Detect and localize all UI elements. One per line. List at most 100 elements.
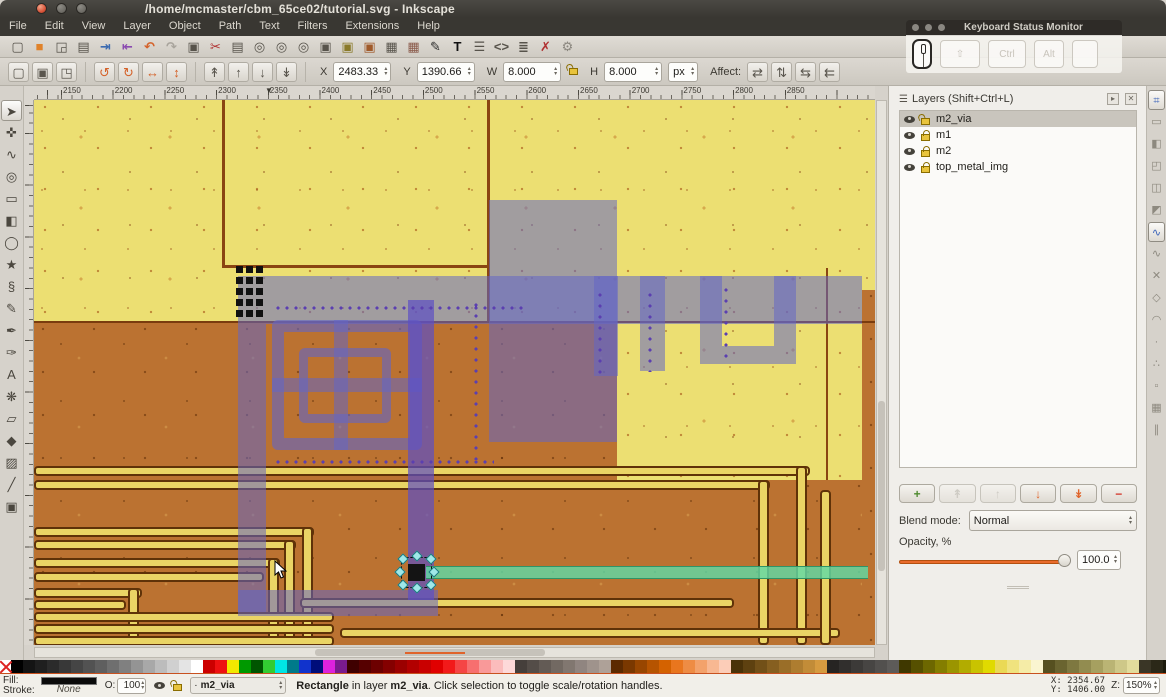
palette-no-color[interactable] [0,660,11,673]
palette-swatch-39[interactable] [479,660,491,673]
snap-bbox-edges[interactable]: ◧ [1148,134,1165,154]
snap-nodes[interactable]: ∿ [1148,222,1165,242]
calligraphy-tool[interactable]: ✑ [1,342,22,363]
snap-bbox-centers[interactable]: ◩ [1148,200,1165,220]
layer-row-top_metal_img[interactable]: top_metal_img [900,159,1136,175]
palette-swatch-86[interactable] [1043,660,1055,673]
palette-swatch-45[interactable] [551,660,563,673]
layer-lock-icon[interactable] [921,118,930,125]
selected-rectangle[interactable] [408,564,425,581]
add-layer-button[interactable]: + [899,484,935,503]
palette-swatch-66[interactable] [803,660,815,673]
palette-swatch-72[interactable] [875,660,887,673]
copy-icon[interactable]: ▣ [184,38,203,56]
menu-help[interactable]: Help [408,18,449,36]
snap-guides[interactable]: ∥ [1148,420,1165,440]
delete-layer-button[interactable]: − [1101,484,1137,503]
zoom-input[interactable]: 150%▴▾ [1123,677,1160,694]
keyboard-monitor-titlebar[interactable]: Keyboard Status Monitor [906,20,1122,35]
palette-swatch-68[interactable] [827,660,839,673]
height-input[interactable]: 8.000▴▾ [604,62,662,82]
palette-swatch-11[interactable] [143,660,155,673]
canvas[interactable] [34,100,875,645]
window-minimize-button[interactable] [56,3,67,14]
xml-editor-icon[interactable]: <> [492,38,511,56]
kbd-close-button[interactable] [912,24,919,31]
ungroup-icon[interactable]: ▦ [404,38,423,56]
palette-swatch-93[interactable] [1127,660,1139,673]
palette-swatch-43[interactable] [527,660,539,673]
palette-swatch-3[interactable] [47,660,59,673]
snap-midpoints[interactable]: · [1148,332,1165,352]
selector-tool[interactable]: ➤ [1,100,22,121]
rectangle-tool[interactable]: ▭ [1,188,22,209]
palette-swatch-40[interactable] [491,660,503,673]
zoom-tool[interactable]: ◎ [1,166,22,187]
layer-lock-icon[interactable] [921,134,930,141]
menu-extensions[interactable]: Extensions [336,18,408,36]
fill-stroke-icon[interactable]: ✎ [426,38,445,56]
palette-swatch-33[interactable] [407,660,419,673]
panel-resize-grip[interactable] [1007,586,1029,589]
layer-visibility-icon[interactable] [154,682,165,689]
palette-swatch-52[interactable] [635,660,647,673]
undo-icon[interactable]: ↶ [140,38,159,56]
kbd-minimize-button[interactable] [925,24,932,31]
cut-icon[interactable]: ✂ [206,38,225,56]
palette-swatch-73[interactable] [887,660,899,673]
canvas-horizontal-scrollbar[interactable] [34,647,875,658]
rotate-cw-icon[interactable]: ↻ [118,62,139,82]
layer-row-m1[interactable]: m1 [900,127,1136,143]
palette-swatch-26[interactable] [323,660,335,673]
snap-smooth-nodes[interactable]: ◠ [1148,310,1165,330]
palette-swatch-50[interactable] [611,660,623,673]
align-dialog-icon[interactable]: ≣ [514,38,533,56]
text-dialog-icon[interactable]: T [448,38,467,56]
paste-icon[interactable]: ▤ [228,38,247,56]
lower-icon[interactable]: ↓ [252,62,273,82]
lower-layer-bottom-button[interactable]: ↡ [1060,484,1096,503]
vertical-ruler[interactable] [24,100,34,645]
group-icon[interactable]: ▦ [382,38,401,56]
pencil-tool[interactable]: ✎ [1,298,22,319]
palette-swatch-4[interactable] [59,660,71,673]
palette-swatch-92[interactable] [1115,660,1127,673]
select-touch-icon[interactable]: ◳ [56,62,77,82]
node-tool[interactable]: ✜ [1,122,22,143]
palette-swatch-18[interactable] [227,660,239,673]
raise-icon[interactable]: ↑ [228,62,249,82]
tweak-tool[interactable]: ∿ [1,144,22,165]
rotate-ccw-icon[interactable]: ↺ [94,62,115,82]
layers-dialog-icon[interactable]: ☰ [470,38,489,56]
palette-swatch-47[interactable] [575,660,587,673]
palette-swatch-71[interactable] [863,660,875,673]
palette-swatch-91[interactable] [1103,660,1115,673]
palette-swatch-51[interactable] [623,660,635,673]
palette-swatch-67[interactable] [815,660,827,673]
palette-swatch-12[interactable] [155,660,167,673]
palette-swatch-42[interactable] [515,660,527,673]
layer-lock-icon[interactable] [921,166,930,173]
palette-swatch-59[interactable] [719,660,731,673]
palette-swatch-95[interactable] [1151,660,1163,673]
window-maximize-button[interactable] [76,3,87,14]
palette-swatch-53[interactable] [647,660,659,673]
snap-paths[interactable]: ∿ [1148,244,1165,264]
print-icon[interactable]: ▤ [74,38,93,56]
palette-swatch-24[interactable] [299,660,311,673]
kbd-maximize-button[interactable] [938,24,945,31]
affect-gradient-icon[interactable]: ⇇ [819,62,840,82]
palette-swatch-23[interactable] [287,660,299,673]
stroke-value[interactable]: None [41,685,97,695]
ellipse-tool[interactable]: ◯ [1,232,22,253]
panel-close-button[interactable]: ✕ [1125,93,1137,105]
palette-swatch-1[interactable] [23,660,35,673]
layer-visible-icon[interactable] [904,116,915,123]
palette-swatch-82[interactable] [995,660,1007,673]
canvas-vertical-scrollbar[interactable] [876,100,887,645]
lower-to-bottom-icon[interactable]: ↡ [276,62,297,82]
palette-swatch-75[interactable] [911,660,923,673]
bezier-tool[interactable]: ✒ [1,320,22,341]
palette-swatch-7[interactable] [95,660,107,673]
palette-swatch-34[interactable] [419,660,431,673]
